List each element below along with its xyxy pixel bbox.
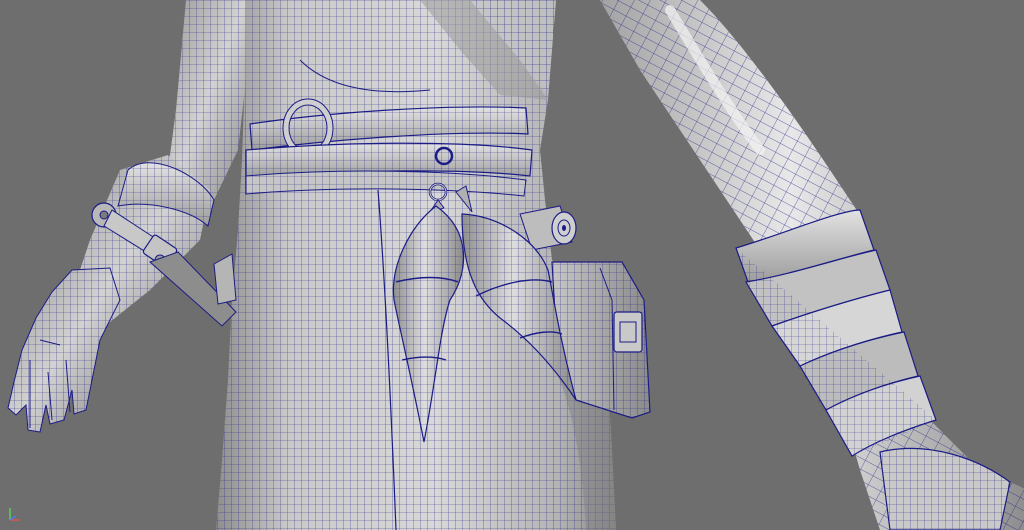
viewport-camera-label — [478, 520, 528, 528]
scabbard[interactable] — [149, 251, 237, 327]
character-mesh-wireframe[interactable] — [0, 0, 1024, 530]
left-hand[interactable] — [7, 267, 121, 433]
axis-gizmo-icon — [4, 502, 28, 526]
lower-belt[interactable] — [245, 142, 533, 197]
3d-viewport[interactable] — [0, 0, 1024, 530]
